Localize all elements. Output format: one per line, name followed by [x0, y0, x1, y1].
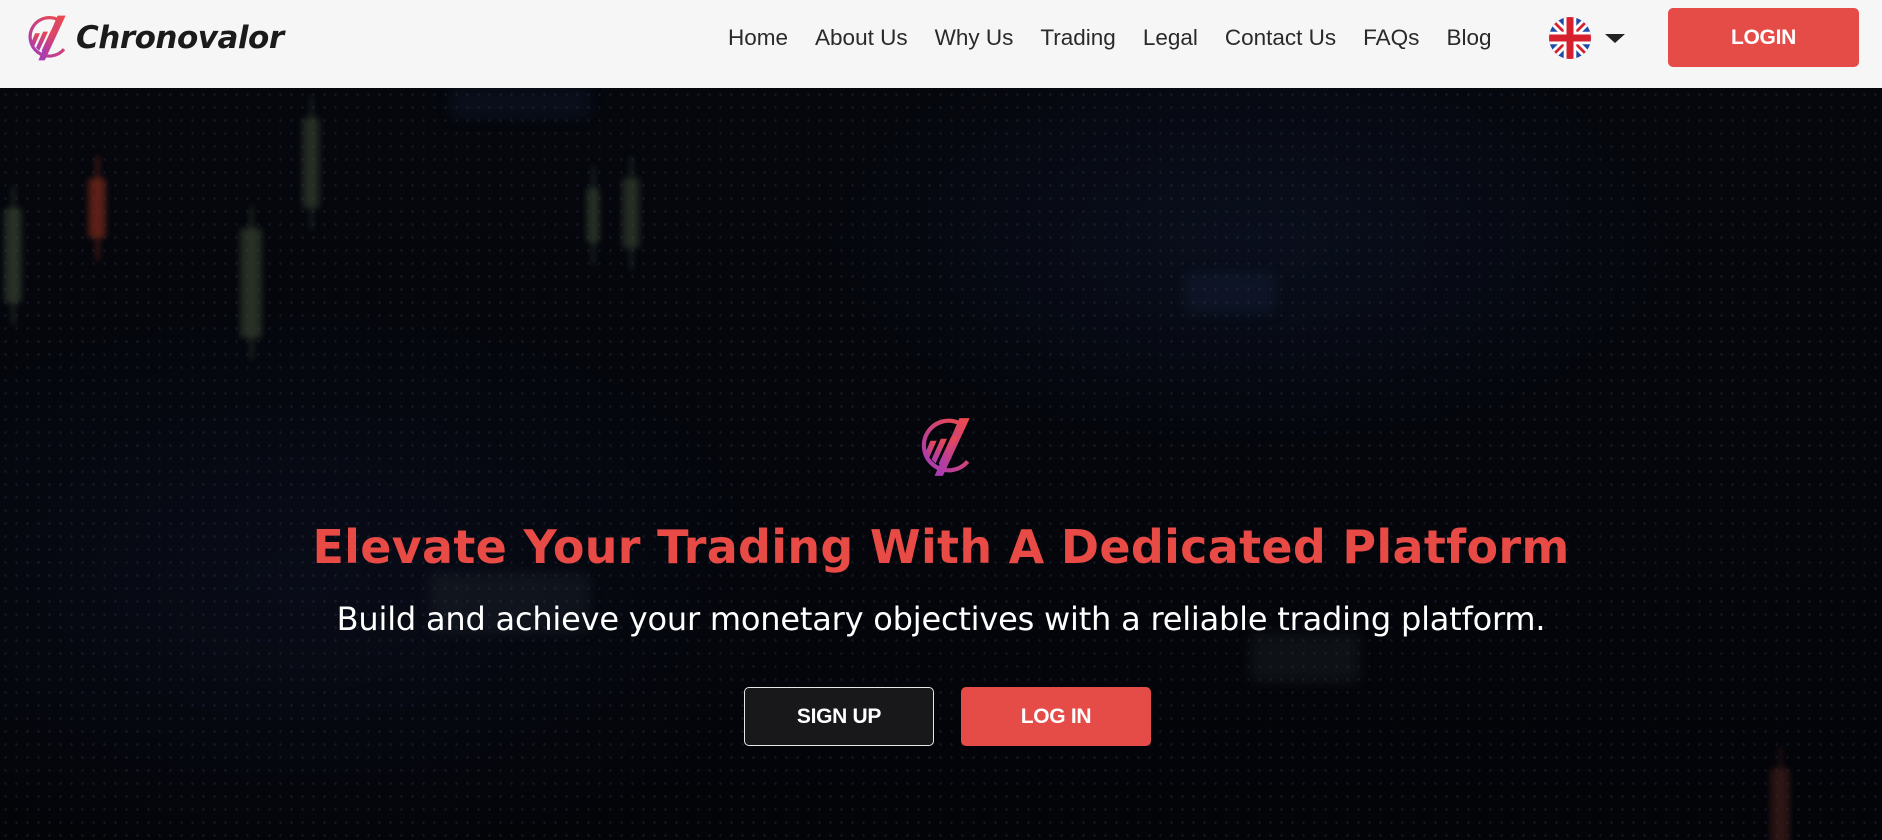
- nav-contact-us[interactable]: Contact Us: [1225, 25, 1336, 51]
- background-candle: [240, 206, 262, 360]
- sign-up-button[interactable]: SIGN UP: [744, 687, 934, 746]
- background-candle: [622, 156, 640, 270]
- hero-title: Elevate Your Trading With A Dedicated Pl…: [312, 520, 1570, 574]
- nav-why-us[interactable]: Why Us: [935, 25, 1014, 51]
- chevron-down-icon: [1605, 33, 1625, 43]
- log-in-button[interactable]: LOG IN: [961, 687, 1151, 746]
- background-price-tag: [450, 88, 590, 118]
- background-candle: [4, 186, 22, 325]
- nav-about-us[interactable]: About Us: [815, 25, 908, 51]
- uk-flag-icon: [1549, 17, 1591, 59]
- background-candle: [586, 166, 600, 265]
- brand-logo-link[interactable]: Chronovalor: [24, 10, 284, 66]
- brand-name: Chronovalor: [76, 20, 284, 56]
- site-header: Chronovalor Home About Us Why Us Trading…: [0, 0, 1882, 88]
- header-login-button[interactable]: LOGIN: [1668, 8, 1859, 67]
- nav-blog[interactable]: Blog: [1446, 25, 1491, 51]
- background-candle: [1770, 746, 1790, 840]
- background-candle: [302, 96, 320, 230]
- background-price-tag: [1250, 633, 1360, 683]
- nav-legal[interactable]: Legal: [1143, 25, 1198, 51]
- language-selector[interactable]: [1549, 17, 1629, 59]
- hero-subtitle: Build and achieve your monetary objectiv…: [336, 600, 1546, 638]
- nav-home[interactable]: Home: [728, 25, 788, 51]
- chronovalor-logo-icon: [921, 418, 970, 476]
- nav-trading[interactable]: Trading: [1040, 25, 1115, 51]
- main-nav: Home About Us Why Us Trading Legal Conta…: [728, 20, 1518, 56]
- nav-faqs[interactable]: FAQs: [1363, 25, 1419, 51]
- background-candle: [88, 156, 106, 260]
- chronovalor-logo-icon: [28, 15, 66, 61]
- background-price-tag: [1185, 273, 1275, 313]
- hero-section: Elevate Your Trading With A Dedicated Pl…: [0, 88, 1882, 840]
